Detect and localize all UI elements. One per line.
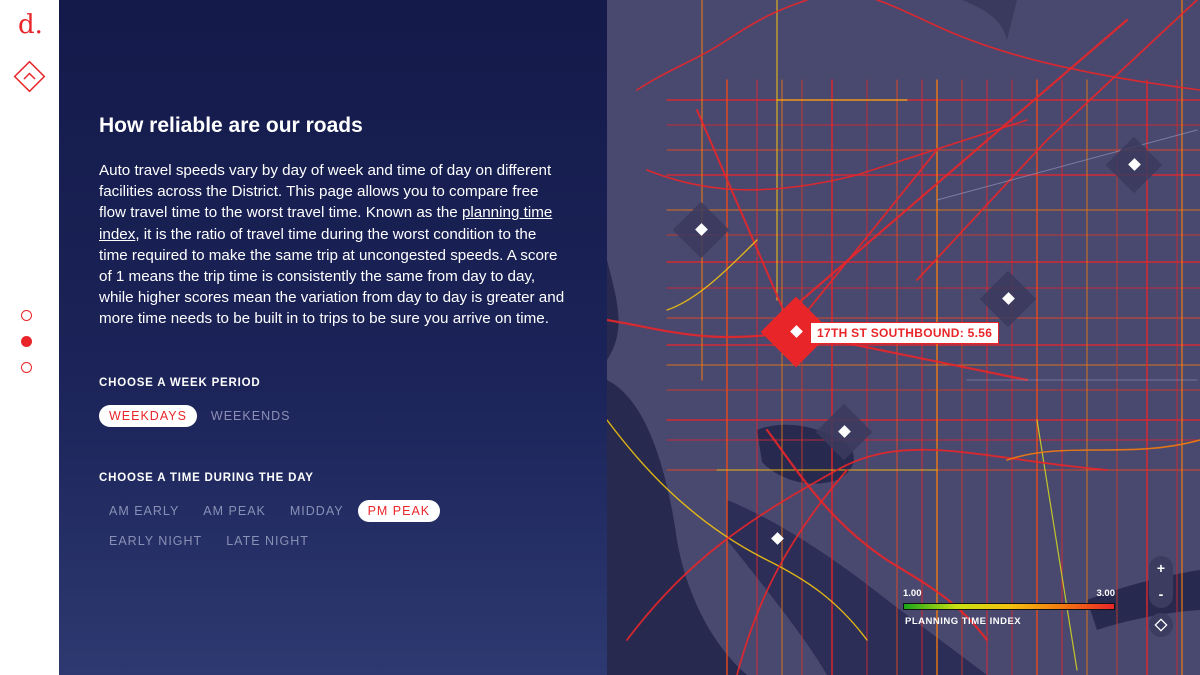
- page-title: How reliable are our roads: [99, 114, 363, 137]
- section-dot-2[interactable]: [21, 336, 32, 347]
- time-of-day-options: AM EARLY AM PEAK MIDDAY PM PEAK EARLY NIGHT L…: [99, 500, 549, 552]
- zoom-control: + -: [1149, 556, 1173, 608]
- legend-caption: PLANNING TIME INDEX: [905, 616, 1022, 627]
- logo: d.: [18, 10, 43, 40]
- chevron-up-diamond-icon[interactable]: [13, 60, 46, 93]
- time-of-day-option-am-peak[interactable]: AM PEAK: [193, 500, 276, 522]
- week-period-option-weekends[interactable]: WEEKENDS: [201, 405, 301, 427]
- time-of-day-option-midday[interactable]: MIDDAY: [280, 500, 354, 522]
- legend-max: 3.00: [1096, 588, 1116, 599]
- time-of-day-option-pm-peak[interactable]: PM PEAK: [357, 500, 441, 522]
- left-rail: d.: [0, 0, 59, 675]
- segment-tooltip: 17TH ST SOUTHBOUND: 5.56: [810, 322, 1000, 344]
- time-of-day-label: CHOOSE A TIME DURING THE DAY: [99, 472, 314, 484]
- week-period-options: WEEKDAYS WEEKENDS: [99, 405, 549, 427]
- time-of-day-option-early-night[interactable]: EARLY NIGHT: [99, 530, 212, 552]
- intro-text-2: , it is the ratio of travel time during …: [99, 225, 565, 328]
- section-dot-1[interactable]: [21, 310, 32, 321]
- legend-min: 1.00: [903, 588, 922, 599]
- week-period-label: CHOOSE A WEEK PERIOD: [99, 377, 261, 389]
- section-nav: [21, 310, 32, 388]
- zoom-in-button[interactable]: +: [1149, 556, 1173, 582]
- zoom-out-button[interactable]: -: [1149, 582, 1173, 608]
- content-panel: How reliable are our roads Auto travel s…: [59, 0, 607, 675]
- legend-gradient-bar: [903, 603, 1115, 610]
- time-of-day-option-am-early[interactable]: AM EARLY: [99, 500, 189, 522]
- compass-icon[interactable]: [1149, 613, 1173, 637]
- week-period-option-weekdays[interactable]: WEEKDAYS: [99, 405, 197, 427]
- time-of-day-option-late-night[interactable]: LATE NIGHT: [216, 530, 319, 552]
- intro-paragraph: Auto travel speeds vary by day of week a…: [99, 160, 569, 330]
- section-dot-3[interactable]: [21, 362, 32, 373]
- road-map[interactable]: 17TH ST SOUTHBOUND: 5.56 1.00 3.00 PLANN…: [607, 0, 1200, 675]
